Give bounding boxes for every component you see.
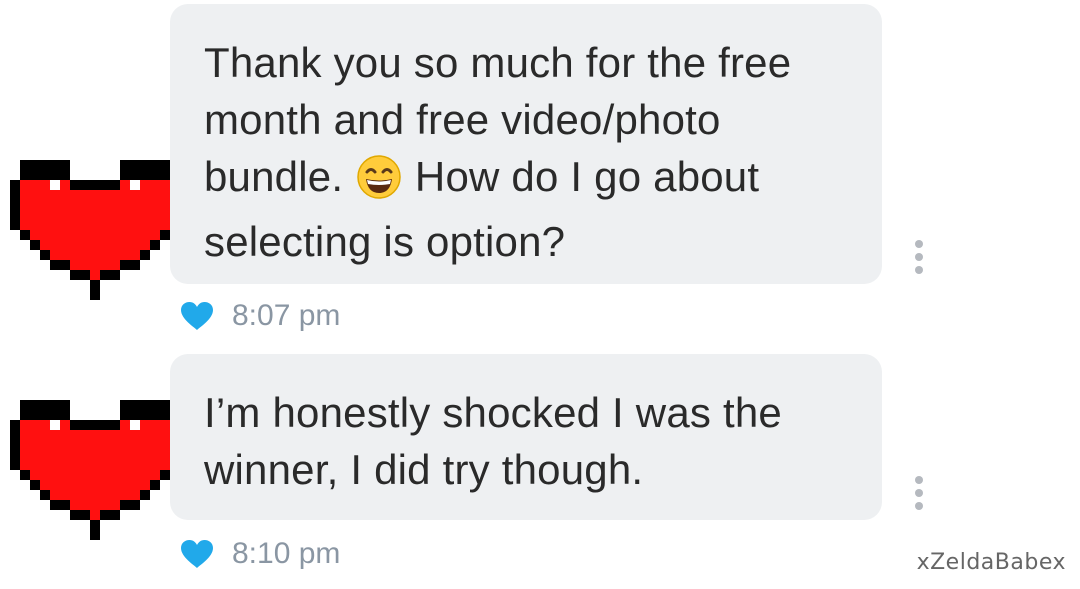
message-meta: 8:07 pm [180,298,340,334]
heart-icon[interactable] [180,539,214,569]
grinning-squinting-face-emoji [357,155,401,213]
avatar[interactable] [10,400,190,550]
watermark: xZeldaBabex [916,550,1066,575]
message-1: Thank you so much for the free month and… [0,0,1080,340]
more-vertical-icon[interactable] [912,476,926,512]
heart-icon[interactable] [180,301,214,331]
message-bubble[interactable]: I’m honestly shocked I was the winner, I… [170,354,882,520]
message-text: I’m honestly shocked I was the winner, I… [204,389,782,493]
message-time: 8:10 pm [232,537,341,570]
message-meta: 8:10 pm [180,536,340,572]
pixel-heart-icon [10,400,180,540]
pixel-heart-icon [10,160,180,300]
avatar[interactable] [10,160,190,310]
message-bubble[interactable]: Thank you so much for the free month and… [170,4,882,284]
message-text: Thank you so much for the free month and… [204,39,792,265]
more-vertical-icon[interactable] [912,240,926,276]
message-time: 8:07 pm [232,299,341,332]
